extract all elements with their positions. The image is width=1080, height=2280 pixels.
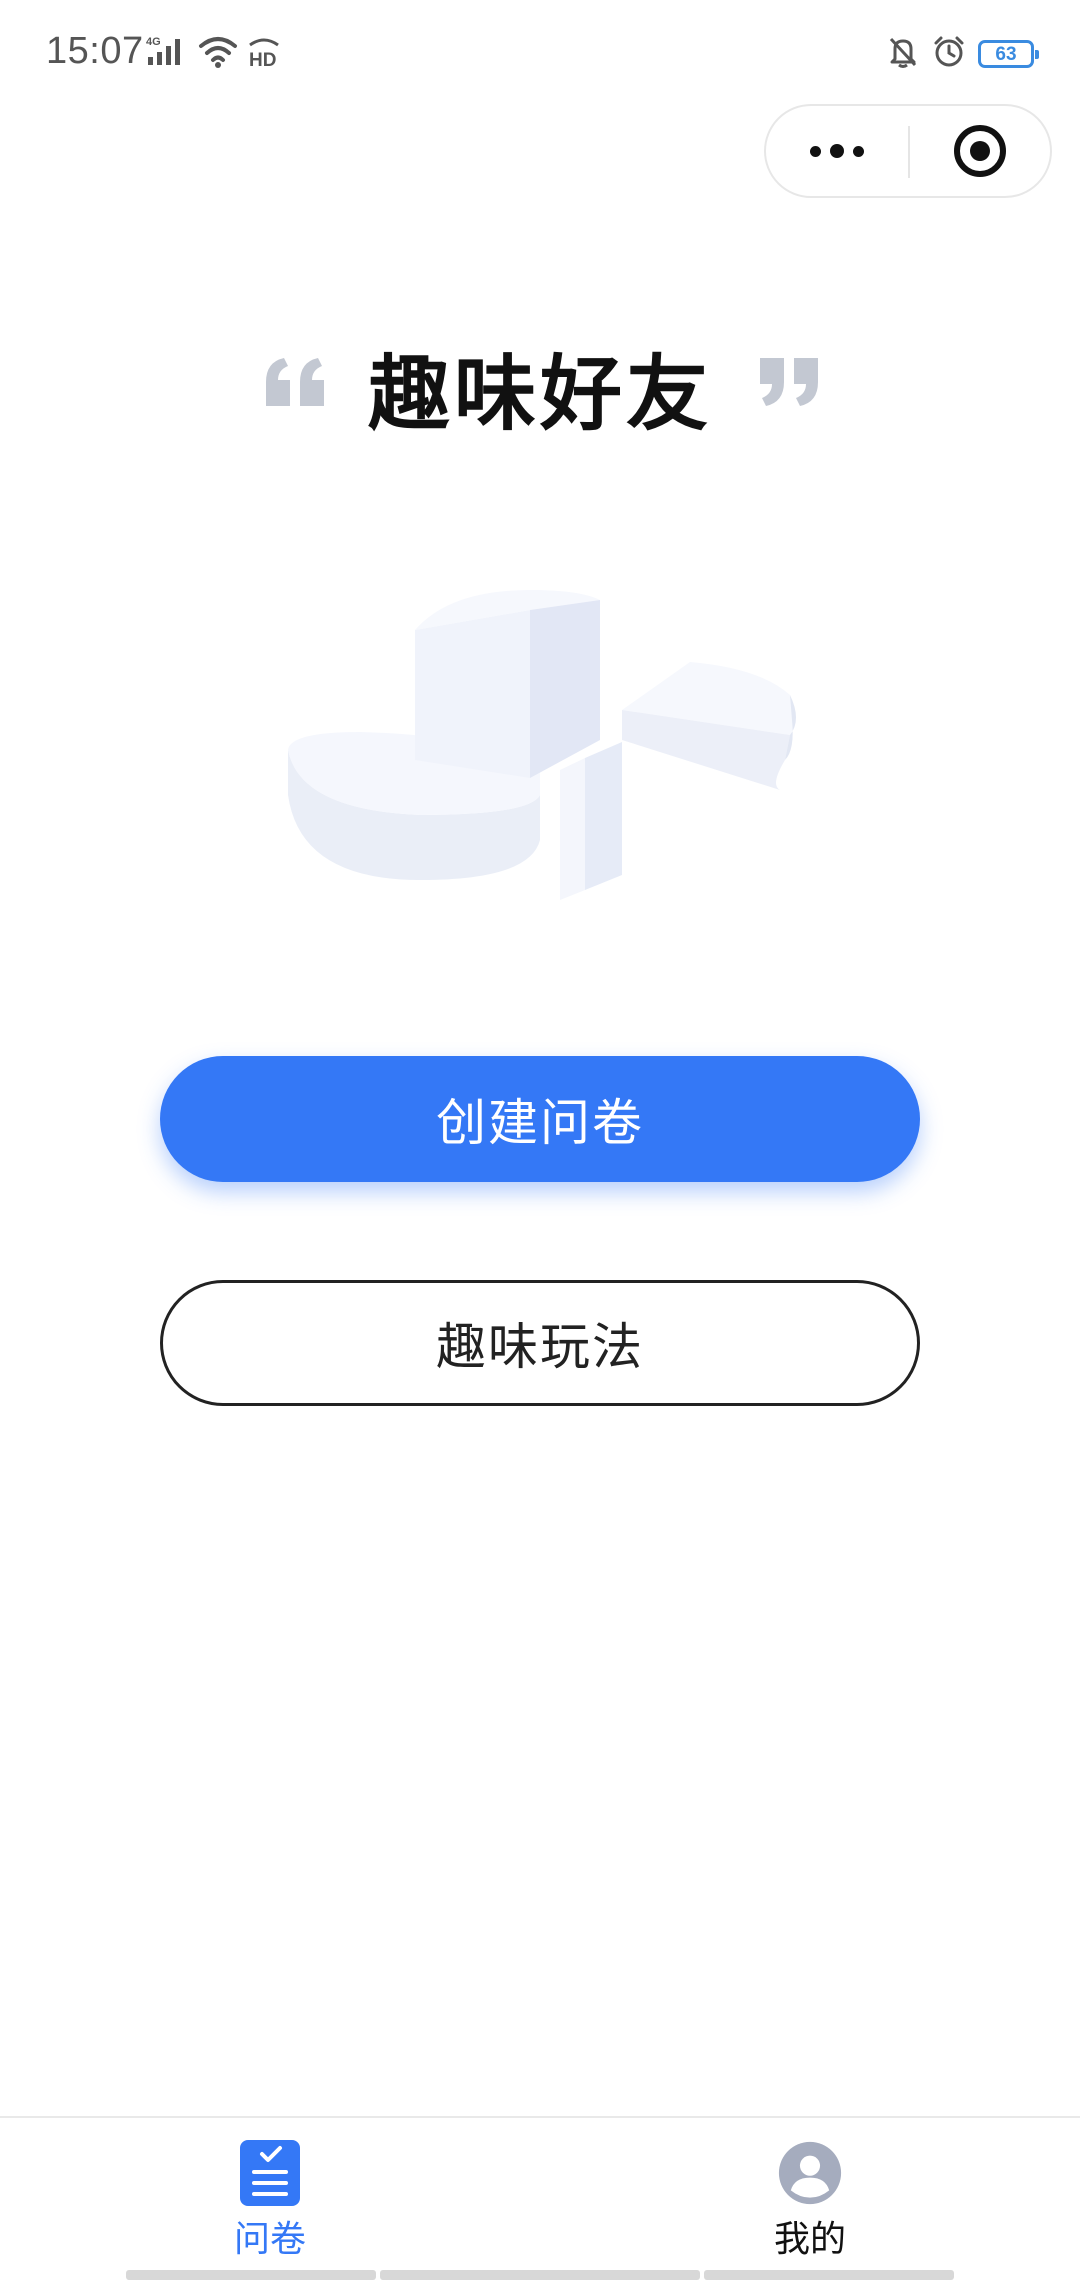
mute-bell-icon xyxy=(886,35,920,73)
tab-bar: 问卷 我的 xyxy=(0,2116,1080,2280)
home-indicator-segment-2 xyxy=(380,2270,700,2280)
status-left-icons: 4G HD xyxy=(146,34,282,74)
signal-icon: 4G xyxy=(146,35,190,73)
more-dots-icon xyxy=(810,145,821,157)
target-circle-icon xyxy=(954,125,1006,177)
close-quote-icon xyxy=(760,358,818,406)
tab-mine[interactable]: 我的 xyxy=(710,2138,910,2262)
battery-icon: 63 xyxy=(978,40,1039,68)
home-indicator-segment-1 xyxy=(126,2270,376,2280)
title-row: 趣味好友 xyxy=(0,340,1080,450)
hd-icon: HD xyxy=(246,35,282,73)
svg-text:HD: HD xyxy=(249,50,276,69)
more-dots-icon-end xyxy=(853,145,864,157)
alarm-icon xyxy=(932,35,966,73)
empty-state-3d-illustration xyxy=(288,590,796,900)
more-button[interactable] xyxy=(766,106,908,196)
tab-survey-label: 问卷 xyxy=(233,2219,306,2260)
status-right-icons: 63 xyxy=(886,34,1039,74)
status-bar: 15:07 4G HD 63 xyxy=(0,0,1080,100)
home-indicator-segment-3 xyxy=(704,2270,954,2280)
create-survey-button[interactable]: 创建问卷 xyxy=(160,1056,920,1182)
miniprogram-capsule xyxy=(764,104,1052,198)
page-title: 趣味好友 xyxy=(367,347,712,442)
tab-mine-label: 我的 xyxy=(773,2219,846,2260)
wifi-icon xyxy=(198,35,238,73)
battery-level: 63 xyxy=(995,43,1017,65)
close-miniprogram-button[interactable] xyxy=(910,106,1050,196)
more-dots-icon-center xyxy=(830,144,844,158)
screen: 15:07 4G HD 63 趣味好友 创建问卷 趣味玩法 问卷 我的 xyxy=(0,0,1080,2280)
fun-play-button[interactable]: 趣味玩法 xyxy=(160,1280,920,1406)
status-time: 15:07 xyxy=(46,30,144,72)
tab-survey[interactable]: 问卷 xyxy=(170,2138,370,2262)
svg-text:4G: 4G xyxy=(146,36,161,48)
survey-checklist-icon xyxy=(240,2140,300,2206)
user-avatar-icon xyxy=(778,2141,842,2205)
